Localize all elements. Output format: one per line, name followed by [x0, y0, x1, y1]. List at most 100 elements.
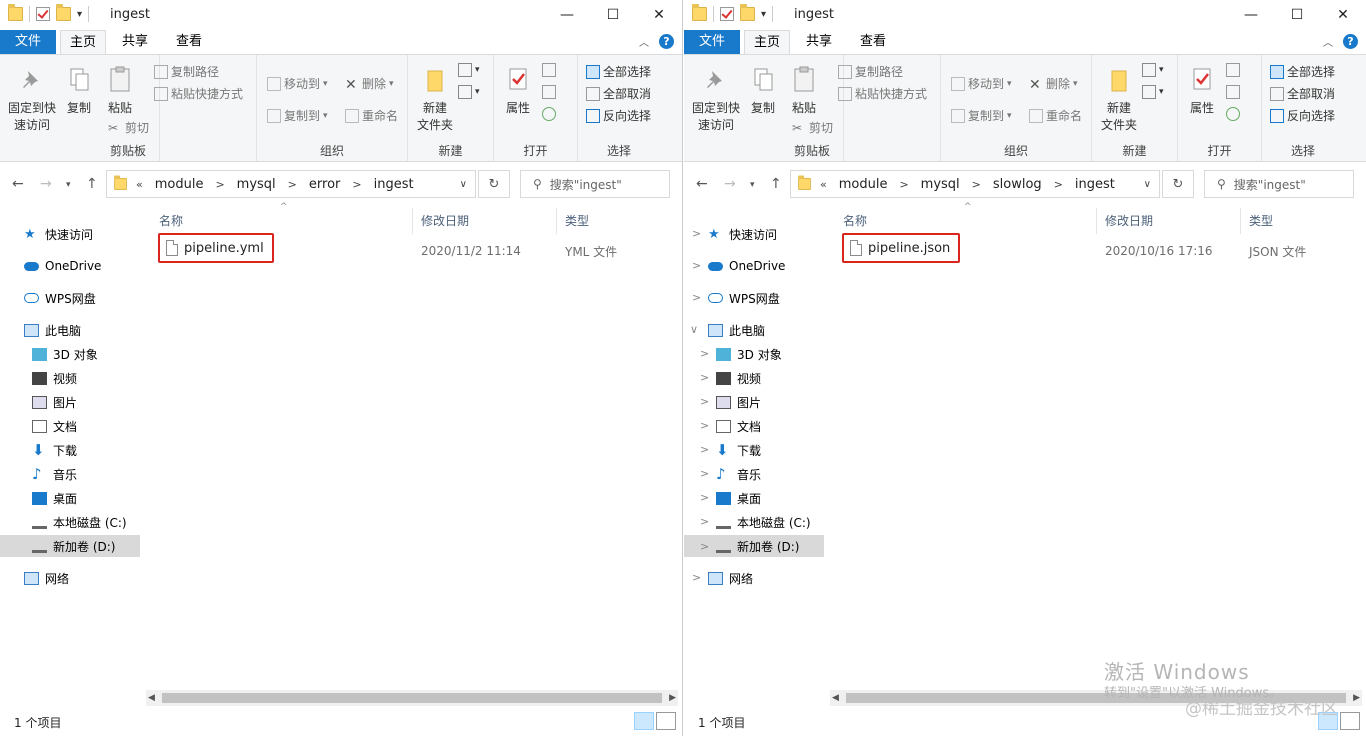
invert-selection-button[interactable]: 反向选择 [1270, 107, 1335, 124]
copy-to-button[interactable]: 复制到 ▾ [267, 107, 328, 124]
new-folder-button[interactable]: 新建 文件夹 [1098, 65, 1140, 134]
forward-button[interactable]: → [40, 176, 52, 192]
nav-this-pc[interactable]: 此电脑 [684, 319, 824, 341]
history-button[interactable] [1226, 107, 1240, 121]
copy-button[interactable]: 复制 [746, 65, 780, 117]
customize-qat-dropdown-icon[interactable]: ▾ [761, 9, 766, 20]
minimize-button[interactable]: — [544, 0, 590, 30]
column-header-type[interactable]: 类型 [1249, 208, 1273, 232]
column-header-name[interactable]: 名称 [843, 208, 867, 232]
horizontal-scrollbar[interactable]: ◀ ▶ [146, 690, 678, 706]
maximize-button[interactable]: ☐ [590, 0, 636, 30]
pin-quick-access-button[interactable]: 固定到快 速访问 [690, 65, 742, 134]
nav-onedrive[interactable]: OneDrive [0, 255, 140, 277]
collapse-ribbon-icon[interactable]: ︿ [1323, 34, 1333, 49]
breadcrumb-item[interactable]: ingest [374, 177, 414, 192]
new-folder-quick-icon[interactable] [56, 4, 71, 21]
nav-network[interactable]: 网络 [684, 567, 824, 589]
table-row[interactable]: pipeline.json [842, 233, 961, 263]
forward-button[interactable]: → [724, 176, 736, 192]
overflow-chevron[interactable]: « [820, 178, 827, 191]
tab-view[interactable]: 查看 [846, 30, 900, 54]
nav-downloads[interactable]: ⬇ 下载 [684, 439, 824, 461]
nav-local-c[interactable]: 本地磁盘 (C:) [0, 511, 140, 533]
new-item-button[interactable]: ▾ [1142, 63, 1164, 77]
help-icon[interactable]: ? [659, 34, 674, 49]
tab-home[interactable]: 主页 [60, 30, 106, 54]
table-row[interactable]: pipeline.yml [158, 233, 274, 263]
tab-share[interactable]: 共享 [794, 30, 844, 54]
properties-button[interactable]: 属性 [500, 65, 536, 117]
nav-new-volume-d[interactable]: 新加卷 (D:) [0, 535, 140, 557]
nav-this-pc[interactable]: 此电脑 [0, 319, 140, 341]
customize-qat-dropdown-icon[interactable]: ▾ [77, 9, 82, 20]
nav-documents[interactable]: 文档 [0, 415, 140, 437]
up-button[interactable]: ↑ [86, 176, 98, 192]
close-button[interactable]: ✕ [636, 0, 682, 30]
large-icons-view-button[interactable] [1340, 712, 1360, 730]
refresh-button[interactable]: ↻ [1162, 170, 1194, 198]
edit-button[interactable] [1226, 85, 1240, 99]
address-dropdown-icon[interactable]: ∨ [460, 179, 467, 190]
select-none-button[interactable]: 全部取消 [1270, 85, 1335, 102]
properties-button[interactable]: 属性 [1184, 65, 1220, 117]
column-header-date[interactable]: 修改日期 [421, 208, 469, 232]
nav-onedrive[interactable]: OneDrive [684, 255, 824, 277]
open-button[interactable] [1226, 63, 1240, 77]
recent-locations-button[interactable]: ▾ [750, 180, 755, 190]
breadcrumb-item[interactable]: ingest [1075, 177, 1115, 192]
address-input[interactable]: « module > mysql > error > ingest ∨ [106, 170, 476, 198]
breadcrumb-item[interactable]: mysql [237, 177, 276, 192]
nav-music[interactable]: ♪ 音乐 [0, 463, 140, 485]
select-none-button[interactable]: 全部取消 [586, 85, 651, 102]
address-dropdown-icon[interactable]: ∨ [1144, 179, 1151, 190]
breadcrumb-item[interactable]: module [155, 177, 204, 192]
nav-wps[interactable]: WPS网盘 [0, 287, 140, 309]
tab-file[interactable]: 文件 [0, 30, 56, 54]
breadcrumb-item[interactable]: slowlog [993, 177, 1042, 192]
easy-access-button[interactable]: ▾ [1142, 85, 1164, 99]
column-header-name[interactable]: 名称 [159, 208, 183, 232]
column-header-type[interactable]: 类型 [565, 208, 589, 232]
paste-shortcut-button[interactable]: 粘贴快捷方式 [154, 85, 243, 102]
search-input[interactable]: ⚲ 搜索"ingest" [520, 170, 670, 198]
paste-shortcut-button[interactable]: 粘贴快捷方式 [838, 85, 927, 102]
large-icons-view-button[interactable] [656, 712, 676, 730]
details-view-button[interactable] [634, 712, 654, 730]
minimize-button[interactable]: — [1228, 0, 1274, 30]
open-button[interactable] [542, 63, 556, 77]
recent-locations-button[interactable]: ▾ [66, 180, 71, 190]
nav-3d-objects[interactable]: 3D 对象 [684, 343, 824, 365]
nav-videos[interactable]: 视频 [0, 367, 140, 389]
back-button[interactable]: ← [696, 176, 708, 192]
nav-pictures[interactable]: 图片 [0, 391, 140, 413]
maximize-button[interactable]: ☐ [1274, 0, 1320, 30]
properties-quick-icon[interactable] [36, 7, 50, 21]
select-all-button[interactable]: 全部选择 [1270, 63, 1335, 80]
breadcrumb-item[interactable]: module [839, 177, 888, 192]
delete-button[interactable]: ✕ 删除 ▾ [345, 75, 394, 93]
easy-access-button[interactable]: ▾ [458, 85, 480, 99]
breadcrumb-item[interactable]: mysql [921, 177, 960, 192]
breadcrumb-item[interactable]: error [309, 177, 340, 192]
expand-chevron-icon[interactable]: > [700, 540, 709, 553]
nav-local-c[interactable]: 本地磁盘 (C:) [684, 511, 824, 533]
new-item-button[interactable]: ▾ [458, 63, 480, 77]
nav-videos[interactable]: 视频 [684, 367, 824, 389]
search-input[interactable]: ⚲ 搜索"ingest" [1204, 170, 1354, 198]
move-to-button[interactable]: 移动到 ▾ [951, 75, 1012, 92]
up-button[interactable]: ↑ [770, 176, 782, 192]
address-input[interactable]: « module > mysql > slowlog > ingest ∨ [790, 170, 1160, 198]
nav-quick-access[interactable]: ★ 快速访问 [0, 223, 140, 245]
tab-share[interactable]: 共享 [110, 30, 160, 54]
nav-desktop[interactable]: 桌面 [0, 487, 140, 509]
file-name-highlighted[interactable]: pipeline.json [842, 233, 961, 263]
collapse-ribbon-icon[interactable]: ︿ [639, 34, 649, 49]
rename-button[interactable]: 重命名 [345, 107, 398, 124]
nav-network[interactable]: 网络 [0, 567, 140, 589]
nav-desktop[interactable]: 桌面 [684, 487, 824, 509]
back-button[interactable]: ← [12, 176, 24, 192]
edit-button[interactable] [542, 85, 556, 99]
nav-downloads[interactable]: ⬇ 下载 [0, 439, 140, 461]
file-name-highlighted[interactable]: pipeline.yml [158, 233, 274, 263]
